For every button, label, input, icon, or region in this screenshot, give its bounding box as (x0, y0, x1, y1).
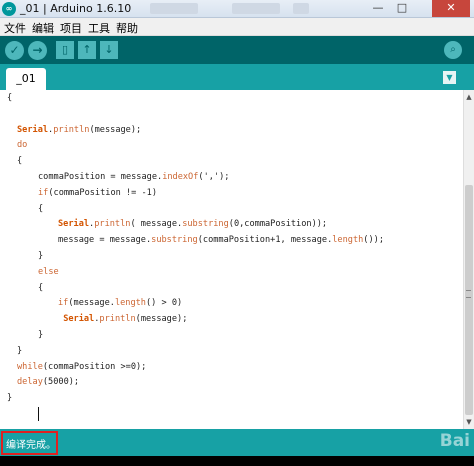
code-token: { (7, 93, 13, 103)
code-token: else (38, 266, 59, 277)
code-token: } (38, 330, 44, 340)
serial-monitor-icon[interactable]: ⌕ (444, 41, 462, 59)
status-bar: 编译完成。 Bai (0, 429, 474, 456)
code-token: ( message. (130, 219, 183, 230)
code-token: (0,commaPosition)); (228, 219, 328, 230)
tab-menu-icon[interactable]: ▼ (443, 71, 456, 84)
code-editor[interactable]: { Serial.println(message); do { commaPositio… (0, 90, 463, 429)
watermark-logo: Bai (439, 431, 470, 451)
console-area (0, 456, 474, 466)
code-token: (message. (68, 298, 115, 309)
code-token: (message); (135, 314, 188, 325)
code-token: substring (151, 235, 198, 246)
code-line: Serial.println( message.substring(0,comm… (58, 219, 327, 229)
text-caret (38, 407, 39, 421)
code-line: } (38, 330, 43, 340)
new-icon[interactable]: ▯ (56, 41, 74, 59)
blurred-region (150, 3, 198, 14)
toolbar: ✓ → ▯ ↑ ↓ ⌕ (0, 36, 474, 64)
minimize-button[interactable]: — (366, 0, 390, 17)
code-token: if (58, 298, 69, 309)
code-line: { (7, 93, 12, 103)
code-line: Serial.println(message); (58, 314, 187, 324)
code-line: message = message.substring(commaPositio… (58, 235, 384, 245)
maximize-button[interactable]: □ (390, 0, 414, 17)
code-token: delay (17, 377, 43, 388)
upload-icon[interactable]: → (28, 41, 47, 60)
code-line: delay(5000); (17, 377, 79, 387)
blurred-region (293, 3, 309, 14)
vertical-scrollbar[interactable]: ▲ ▼ (463, 90, 474, 429)
code-line: while(commaPosition >=0); (17, 362, 146, 372)
arduino-logo-icon: ∞ (2, 2, 16, 16)
code-token: (commaPosition+1, message. (197, 235, 333, 246)
code-token: Serial (63, 314, 95, 325)
code-line: } (7, 393, 12, 403)
menu-help[interactable]: 帮助 (116, 20, 138, 36)
code-token: println (99, 314, 136, 325)
code-token: (commaPosition != -1) (48, 187, 158, 198)
close-button[interactable]: ✕ (432, 0, 470, 17)
code-line: if(commaPosition != -1) (38, 188, 157, 198)
code-token: { (38, 203, 44, 214)
tab-sketch[interactable]: _01 (6, 68, 46, 90)
tab-bar: _01 ▼ (0, 64, 474, 90)
code-line: Serial.println(message); (17, 125, 141, 135)
code-line: commaPosition = message.indexOf(','); (38, 172, 229, 182)
menu-sketch[interactable]: 项目 (60, 20, 82, 36)
code-token: } (38, 251, 44, 261)
code-token: Serial (58, 219, 90, 230)
code-token: while (17, 361, 43, 372)
code-token: (5000); (42, 377, 80, 388)
code-token: do (17, 140, 28, 151)
code-token: (message); (89, 124, 142, 135)
save-icon[interactable]: ↓ (100, 41, 118, 59)
code-token: println (94, 219, 131, 230)
code-token: ()); (363, 235, 384, 246)
code-token: Serial (17, 124, 49, 135)
blurred-region (232, 3, 280, 14)
code-line: if(message.length() > 0) (58, 298, 182, 308)
code-token: println (53, 124, 90, 135)
open-icon[interactable]: ↑ (78, 41, 96, 59)
window-title: _01 | Arduino 1.6.10 (20, 2, 132, 15)
code-token: } (7, 393, 13, 404)
code-line: else (38, 267, 59, 277)
menu-edit[interactable]: 编辑 (32, 20, 54, 36)
code-token: substring (182, 219, 229, 230)
code-line: } (38, 251, 43, 261)
menu-tools[interactable]: 工具 (88, 20, 110, 36)
scroll-up-icon[interactable]: ▲ (464, 92, 474, 102)
code-token: commaPosition = message. (38, 172, 163, 182)
code-token: if (38, 187, 49, 198)
code-token: message = message. (58, 235, 152, 246)
code-token: { (17, 156, 23, 167)
code-token: length (332, 235, 364, 246)
code-line: } (17, 346, 22, 356)
code-token: (commaPosition >=0); (42, 361, 147, 372)
code-token: () > 0) (145, 298, 183, 309)
code-token: (','); (198, 172, 230, 182)
scrollbar-thumb[interactable] (465, 185, 473, 415)
code-line: { (17, 156, 22, 166)
menu-bar: 文件 编辑 项目 工具 帮助 (0, 18, 474, 36)
code-token: { (38, 282, 44, 293)
scrollbar-grip (466, 290, 471, 298)
code-token: } (17, 345, 23, 356)
code-line: { (38, 283, 43, 293)
status-message: 编译完成。 (6, 440, 56, 451)
menu-file[interactable]: 文件 (4, 20, 26, 36)
code-token: indexOf (162, 172, 199, 182)
title-bar: ∞ _01 | Arduino 1.6.10 — □ ✕ (0, 0, 474, 18)
code-line: do (17, 140, 27, 150)
code-token: length (114, 298, 146, 309)
verify-icon[interactable]: ✓ (5, 41, 24, 60)
code-line: { (38, 204, 43, 214)
scroll-down-icon[interactable]: ▼ (464, 417, 474, 427)
